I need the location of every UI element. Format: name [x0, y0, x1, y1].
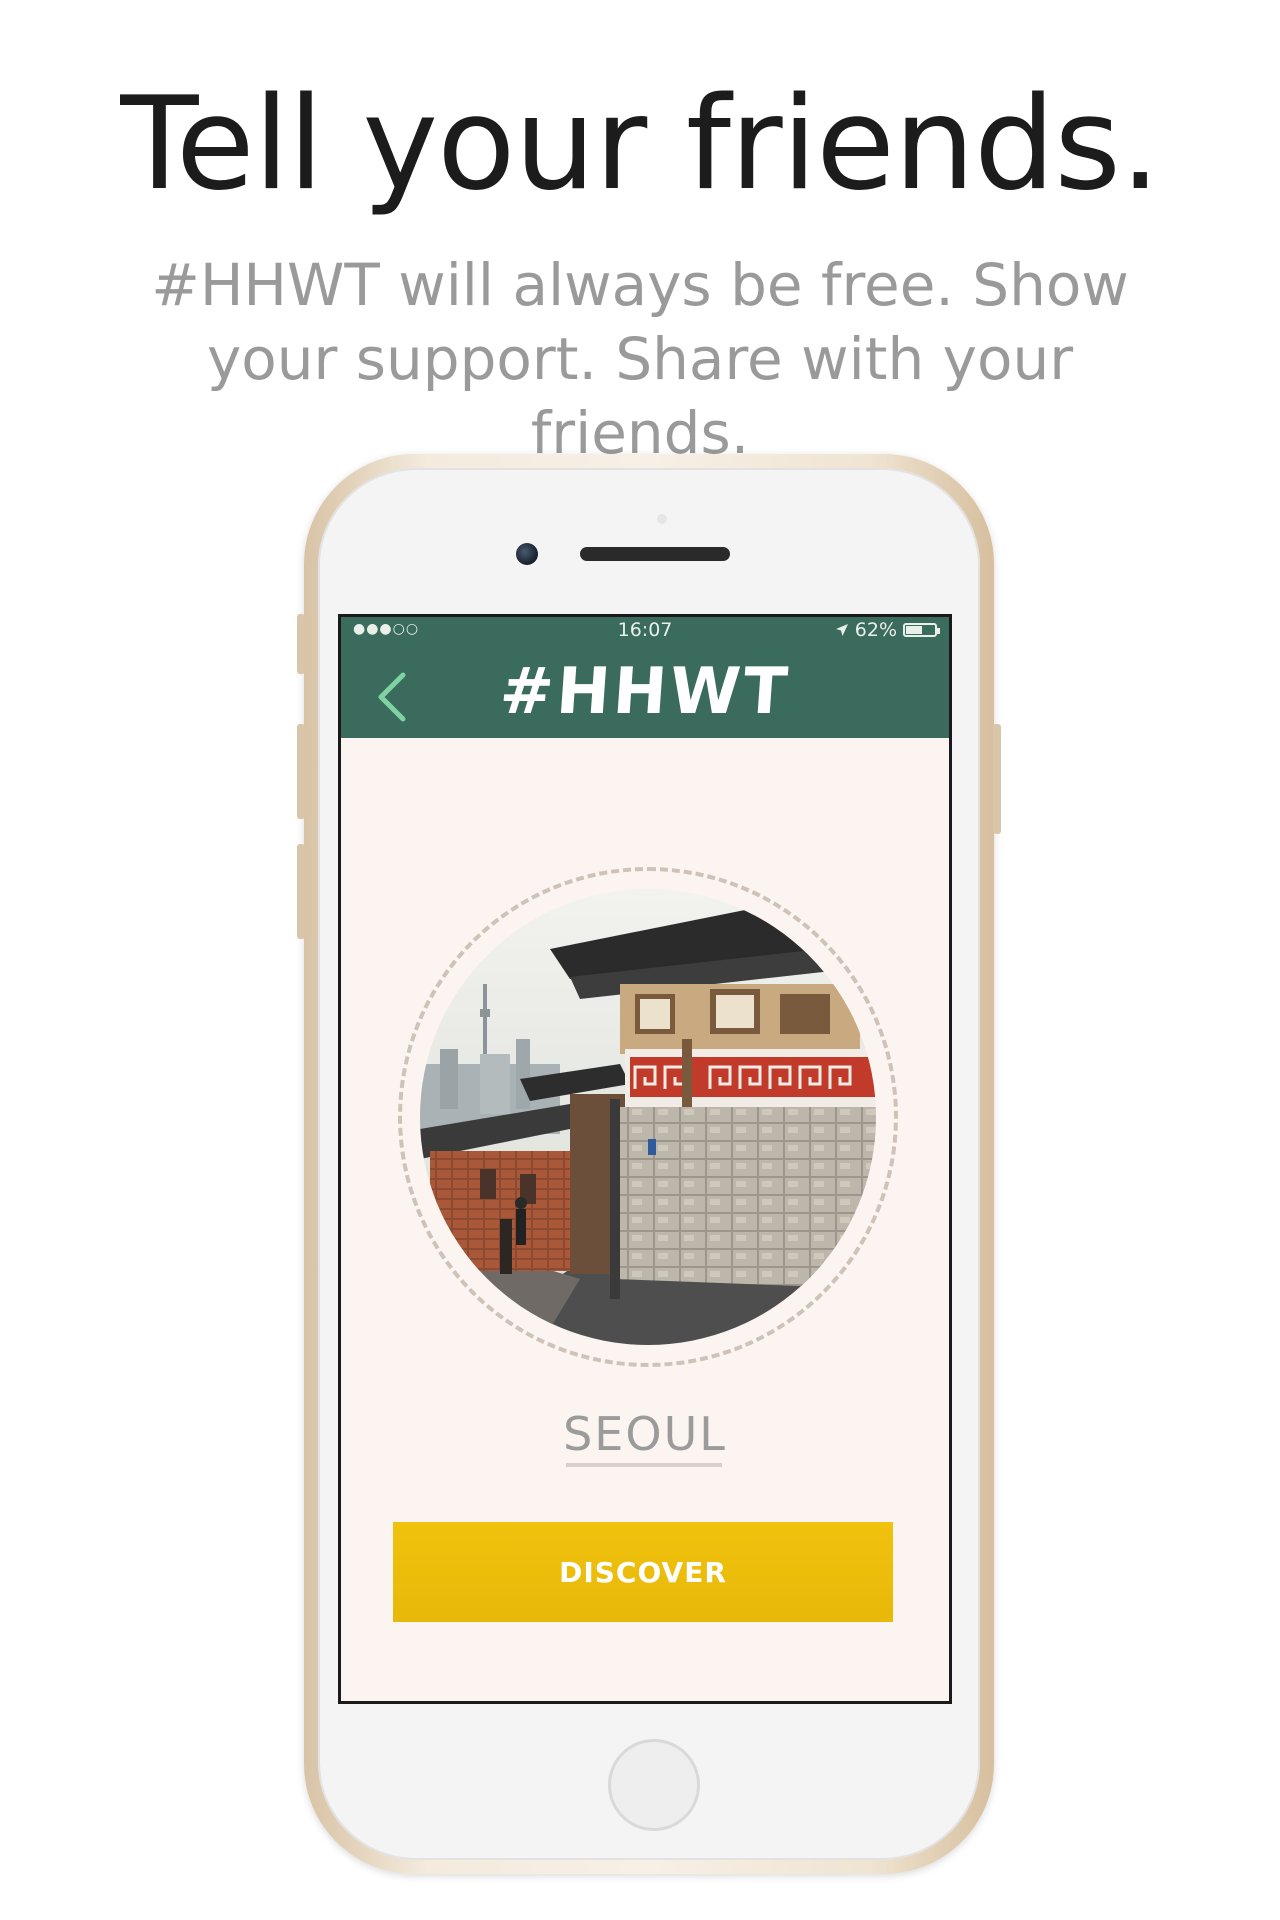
location-arrow-icon: [835, 624, 848, 636]
promo-page: Tell your friends. #HHWT will always be …: [0, 0, 1280, 1920]
battery-percent: 62%: [854, 619, 897, 641]
status-bar: ●●●○○ 16:07 62%: [341, 617, 949, 647]
city-underline: [566, 1463, 722, 1467]
power-button: [993, 724, 1001, 834]
headline: Tell your friends.: [120, 70, 1160, 219]
mute-switch: [297, 614, 305, 674]
app-header: ●●●○○ 16:07 62% #HHWT: [341, 617, 949, 738]
front-camera-icon: [516, 543, 538, 565]
status-right-group: 62%: [835, 619, 940, 641]
home-button[interactable]: [608, 1739, 700, 1831]
app-title: #HHWT: [497, 655, 793, 729]
battery-nub: [937, 628, 940, 634]
volume-up-button: [297, 724, 305, 819]
phone-screen: ●●●○○ 16:07 62% #HHWT SEOUL DISCOVER: [338, 614, 952, 1704]
volume-down-button: [297, 844, 305, 939]
battery-fill: [906, 626, 922, 634]
discover-button[interactable]: DISCOVER: [393, 1522, 893, 1622]
destination-photo[interactable]: [398, 867, 898, 1367]
subheadline: #HHWT will always be free. Show your sup…: [151, 251, 1129, 467]
photo-circle: [420, 889, 876, 1345]
proximity-sensor: [657, 514, 667, 524]
battery-icon: [903, 623, 940, 637]
city-name[interactable]: SEOUL: [341, 1407, 949, 1461]
seoul-street-image: [420, 889, 876, 1345]
earpiece-speaker: [580, 547, 730, 561]
